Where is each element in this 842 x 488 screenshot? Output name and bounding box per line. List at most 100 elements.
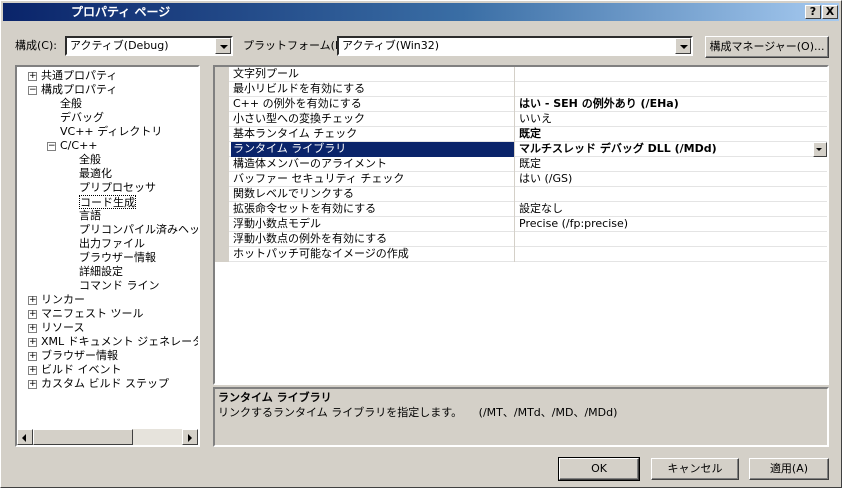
tree-item[interactable]: コード生成 bbox=[79, 195, 136, 209]
expand-icon[interactable]: + bbox=[28, 338, 37, 347]
platform-select[interactable]: アクティブ(Win32) bbox=[337, 36, 693, 56]
tree-item[interactable]: VC++ ディレクトリ bbox=[60, 125, 162, 139]
property-name[interactable]: 構造体メンバーのアライメント bbox=[231, 157, 515, 172]
tree-item[interactable]: +ビルド イベント bbox=[41, 363, 122, 377]
config-manager-button[interactable]: 構成マネージャー(O)... bbox=[705, 36, 829, 58]
expand-icon[interactable]: + bbox=[28, 352, 37, 361]
property-row[interactable]: ランタイム ライブラリマルチスレッド デバッグ DLL (/MDd) bbox=[215, 142, 827, 157]
property-value[interactable] bbox=[517, 187, 827, 202]
apply-button[interactable]: 適用(A) bbox=[749, 458, 829, 480]
property-value[interactable]: マルチスレッド デバッグ DLL (/MDd) bbox=[517, 142, 827, 157]
scroll-right-icon[interactable] bbox=[182, 429, 198, 445]
tree-item[interactable]: +リソース bbox=[41, 321, 84, 335]
property-value[interactable]: はい (/GS) bbox=[517, 172, 827, 187]
window-title: プロパティ ページ bbox=[71, 3, 170, 21]
property-value[interactable]: Precise (/fp:precise) bbox=[517, 217, 827, 232]
property-name[interactable]: 基本ランタイム チェック bbox=[231, 127, 515, 142]
tree-item[interactable]: プリプロセッサ bbox=[79, 181, 156, 195]
expand-icon[interactable]: + bbox=[28, 310, 37, 319]
property-name[interactable]: 最小リビルドを有効にする bbox=[231, 82, 515, 97]
tree-item[interactable]: −構成プロパティ bbox=[41, 83, 117, 97]
property-value[interactable] bbox=[517, 247, 827, 262]
property-row[interactable]: 拡張命令セットを有効にする設定なし bbox=[215, 202, 827, 217]
tree-item[interactable]: ブラウザー情報 bbox=[79, 251, 156, 265]
property-grid[interactable]: 文字列プール最小リビルドを有効にするC++ の例外を有効にするはい - SEH … bbox=[213, 65, 829, 385]
property-row[interactable]: ホットパッチ可能なイメージの作成 bbox=[215, 247, 827, 262]
tree-item-label: VC++ ディレクトリ bbox=[60, 125, 162, 138]
property-name[interactable]: C++ の例外を有効にする bbox=[231, 97, 515, 112]
property-name[interactable]: 浮動小数点モデル bbox=[231, 217, 515, 232]
row-gutter bbox=[215, 112, 229, 127]
property-row[interactable]: 浮動小数点の例外を有効にする bbox=[215, 232, 827, 247]
collapse-icon[interactable]: − bbox=[47, 142, 56, 151]
row-gutter bbox=[215, 202, 229, 217]
tree-item[interactable]: プリコンパイル済みヘッダー bbox=[79, 223, 200, 237]
property-value[interactable]: 設定なし bbox=[517, 202, 827, 217]
scroll-thumb[interactable] bbox=[33, 429, 133, 445]
property-name[interactable]: ランタイム ライブラリ bbox=[231, 142, 515, 157]
expand-icon[interactable]: + bbox=[28, 380, 37, 389]
config-dropdown-arrow-icon[interactable] bbox=[215, 38, 231, 54]
expand-icon[interactable]: + bbox=[28, 72, 37, 81]
property-value[interactable] bbox=[517, 67, 827, 82]
property-name[interactable]: ホットパッチ可能なイメージの作成 bbox=[231, 247, 515, 262]
tree-item-label: 共通プロパティ bbox=[41, 69, 117, 82]
help-button[interactable]: ? bbox=[805, 5, 821, 19]
property-row[interactable]: 構造体メンバーのアライメント既定 bbox=[215, 157, 827, 172]
value-dropdown-arrow-icon[interactable] bbox=[813, 142, 827, 157]
tree-item[interactable]: デバッグ bbox=[60, 111, 104, 125]
property-row[interactable]: C++ の例外を有効にするはい - SEH の例外あり (/EHa) bbox=[215, 97, 827, 112]
tree-item[interactable]: +ブラウザー情報 bbox=[41, 349, 118, 363]
tree-item[interactable]: +カスタム ビルド ステップ bbox=[41, 377, 169, 391]
property-value[interactable]: はい - SEH の例外あり (/EHa) bbox=[517, 97, 827, 112]
property-value[interactable] bbox=[517, 232, 827, 247]
property-name[interactable]: 浮動小数点の例外を有効にする bbox=[231, 232, 515, 247]
property-name[interactable]: 小さい型への変換チェック bbox=[231, 112, 515, 127]
config-select[interactable]: アクティブ(Debug) bbox=[65, 36, 233, 56]
property-value[interactable]: いいえ bbox=[517, 112, 827, 127]
category-tree[interactable]: +共通プロパティ−構成プロパティ全般デバッグVC++ ディレクトリ−C/C++全… bbox=[15, 65, 200, 447]
row-gutter bbox=[215, 247, 229, 262]
tree-item[interactable]: +共通プロパティ bbox=[41, 69, 117, 83]
property-row[interactable]: 文字列プール bbox=[215, 67, 827, 82]
property-value[interactable]: 既定 bbox=[517, 157, 827, 172]
collapse-icon[interactable]: − bbox=[28, 86, 37, 95]
property-name[interactable]: 文字列プール bbox=[231, 67, 515, 82]
expand-icon[interactable]: + bbox=[28, 296, 37, 305]
property-name[interactable]: 関数レベルでリンクする bbox=[231, 187, 515, 202]
property-row[interactable]: 最小リビルドを有効にする bbox=[215, 82, 827, 97]
property-value[interactable] bbox=[517, 82, 827, 97]
scroll-left-icon[interactable] bbox=[17, 429, 33, 445]
platform-dropdown-arrow-icon[interactable] bbox=[675, 38, 691, 54]
property-name[interactable]: 拡張命令セットを有効にする bbox=[231, 202, 515, 217]
tree-item[interactable]: +リンカー bbox=[41, 293, 85, 307]
cancel-button[interactable]: キャンセル bbox=[651, 458, 739, 480]
tree-item[interactable]: 全般 bbox=[79, 153, 101, 167]
tree-item[interactable]: コマンド ライン bbox=[79, 279, 160, 293]
expand-icon[interactable]: + bbox=[28, 366, 37, 375]
close-button[interactable]: X bbox=[822, 5, 838, 19]
tree-horizontal-scrollbar[interactable] bbox=[17, 429, 198, 445]
property-value[interactable]: 既定 bbox=[517, 127, 827, 142]
row-gutter bbox=[215, 127, 229, 142]
tree-item[interactable]: +マニフェスト ツール bbox=[41, 307, 144, 321]
property-row[interactable]: 浮動小数点モデルPrecise (/fp:precise) bbox=[215, 217, 827, 232]
property-name[interactable]: バッファー セキュリティ チェック bbox=[231, 172, 515, 187]
tree-item-label: 最適化 bbox=[79, 167, 112, 180]
property-row[interactable]: 小さい型への変換チェックいいえ bbox=[215, 112, 827, 127]
property-row[interactable]: 関数レベルでリンクする bbox=[215, 187, 827, 202]
tree-item[interactable]: 最適化 bbox=[79, 167, 112, 181]
tree-item[interactable]: 全般 bbox=[60, 97, 82, 111]
tree-item-label: コード生成 bbox=[80, 196, 135, 209]
tree-item[interactable]: 出力ファイル bbox=[79, 237, 145, 251]
property-row[interactable]: バッファー セキュリティ チェックはい (/GS) bbox=[215, 172, 827, 187]
tree-item[interactable]: −C/C++ bbox=[60, 139, 98, 153]
title-bar: プロパティ ページ ? X bbox=[3, 3, 839, 21]
ok-button[interactable]: OK bbox=[559, 458, 639, 480]
expand-icon[interactable]: + bbox=[28, 324, 37, 333]
tree-item[interactable]: 詳細設定 bbox=[79, 265, 123, 279]
tree-item[interactable]: +XML ドキュメント ジェネレーター bbox=[41, 335, 200, 349]
property-row[interactable]: 基本ランタイム チェック既定 bbox=[215, 127, 827, 142]
tree-item[interactable]: 言語 bbox=[79, 209, 101, 223]
row-gutter bbox=[215, 142, 229, 157]
